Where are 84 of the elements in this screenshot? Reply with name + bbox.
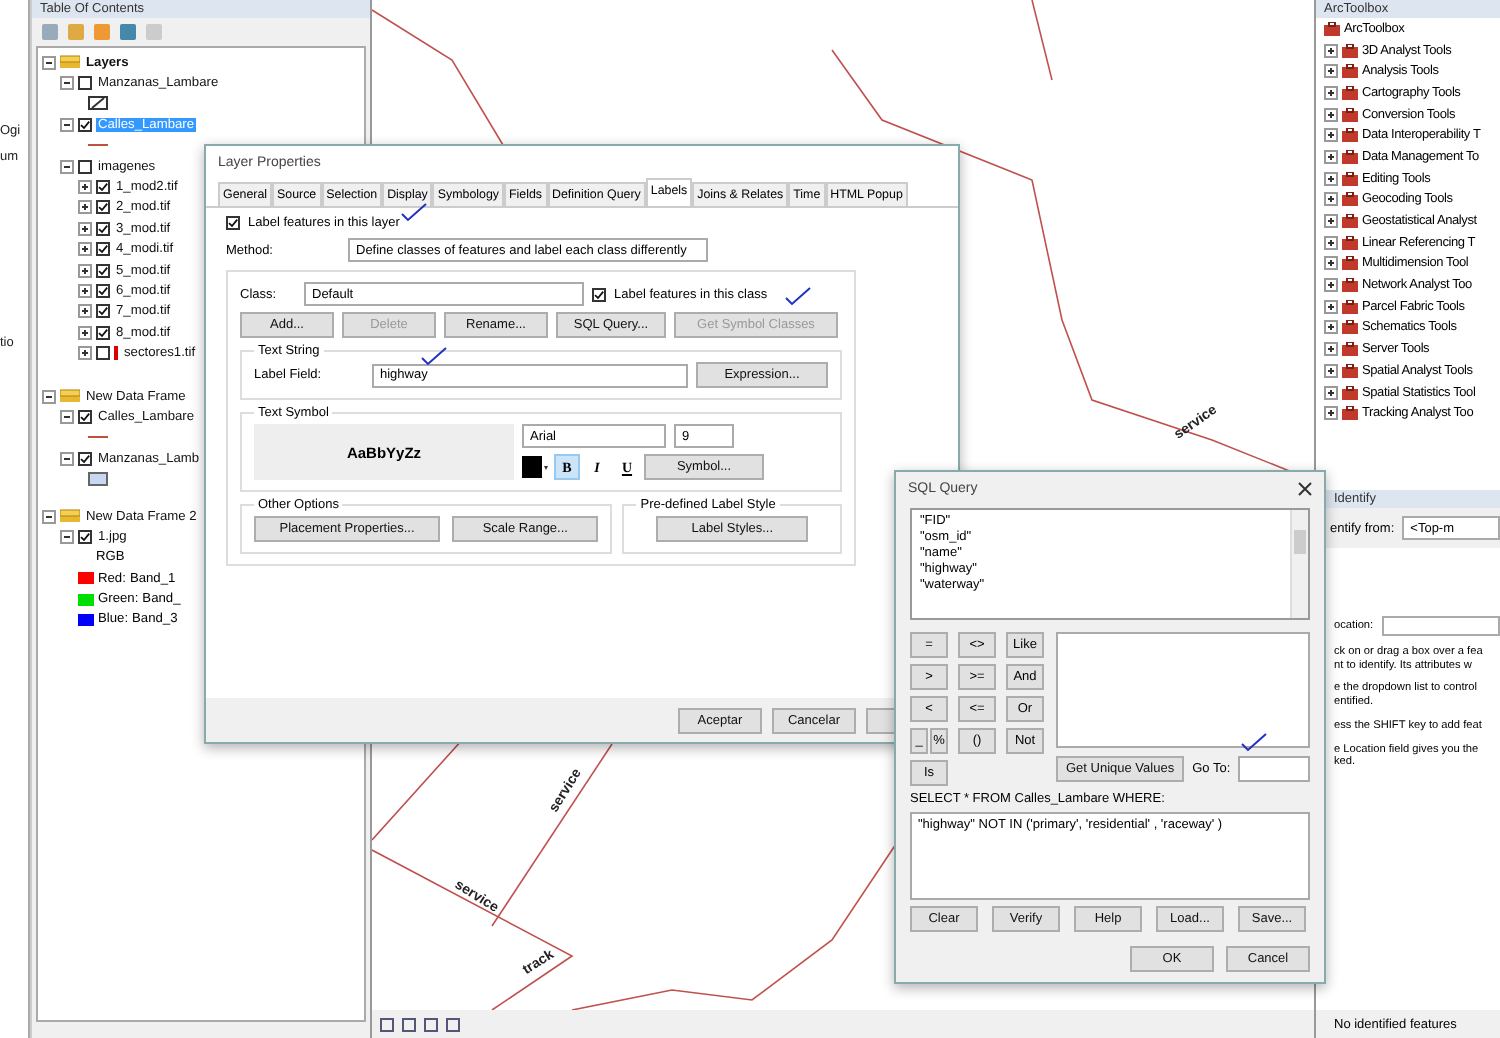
checkbox[interactable] (96, 304, 110, 319)
handwritten-check-icon (400, 202, 428, 222)
toolbox-icon (1342, 192, 1358, 207)
checkbox[interactable] (78, 76, 92, 91)
toolbox-icon (1342, 214, 1358, 229)
expand-icon[interactable] (1324, 149, 1338, 164)
handwritten-check-icon (1240, 732, 1268, 752)
handwritten-check-icon (420, 346, 448, 366)
checkbox[interactable] (78, 159, 92, 174)
checkbox[interactable] (78, 529, 92, 544)
expand-icon[interactable] (1324, 235, 1338, 250)
checkbox[interactable] (96, 263, 110, 278)
toolbox-icon (1342, 385, 1358, 400)
expand-icon[interactable] (1324, 278, 1338, 293)
toolbox-icon (1342, 278, 1358, 293)
toolbox-icon (1342, 256, 1358, 271)
toolbox-icon (1342, 43, 1358, 58)
checkbox[interactable] (78, 117, 92, 132)
close-icon[interactable] (1298, 481, 1312, 495)
expand-icon[interactable] (1324, 214, 1338, 229)
checkbox[interactable] (96, 325, 110, 340)
expand-icon[interactable] (78, 200, 92, 215)
layers-icon (60, 508, 80, 524)
checkbox[interactable] (96, 221, 110, 236)
expand-icon[interactable] (1324, 128, 1338, 143)
checkbox[interactable] (226, 216, 240, 230)
toolbox-icon (1342, 320, 1358, 335)
expand-icon[interactable] (1324, 192, 1338, 207)
toolbox-icon (1342, 149, 1358, 164)
expand-icon[interactable] (1324, 385, 1338, 400)
expand-icon[interactable] (1324, 256, 1338, 271)
toolbox-icon (1342, 64, 1358, 79)
collapse-icon[interactable] (42, 509, 56, 523)
expand-icon[interactable] (78, 263, 92, 278)
layers-icon (60, 388, 80, 405)
expand-icon[interactable] (78, 283, 92, 298)
checkbox[interactable] (78, 409, 92, 424)
toolbox-icon (1342, 299, 1358, 314)
expand-icon[interactable] (78, 325, 92, 340)
expand-icon[interactable] (1324, 171, 1338, 186)
checkbox[interactable] (78, 451, 92, 466)
expand-icon[interactable] (78, 304, 92, 319)
collapse-icon[interactable] (42, 389, 56, 404)
collapse-icon[interactable] (60, 117, 74, 132)
expand-icon[interactable] (1324, 107, 1338, 122)
expand-icon[interactable] (1324, 43, 1338, 58)
expand-icon[interactable] (1324, 64, 1338, 79)
toolbox-icon (1342, 171, 1358, 186)
checkbox[interactable] (592, 287, 606, 301)
collapse-icon[interactable] (60, 451, 74, 466)
toolbox-icon (1342, 406, 1358, 421)
toolbox-icon (1342, 235, 1358, 250)
go-to-field[interactable] (1238, 756, 1310, 782)
toolbox-icon (1342, 342, 1358, 357)
expand-icon[interactable] (78, 180, 92, 195)
expand-icon[interactable] (78, 242, 92, 257)
expand-icon[interactable] (1324, 363, 1338, 378)
checkbox[interactable] (96, 346, 110, 361)
expand-icon[interactable] (1324, 299, 1338, 314)
toolbox-icon (1342, 363, 1358, 378)
handwritten-check-icon (784, 286, 812, 306)
layers-icon (60, 54, 80, 71)
collapse-icon[interactable] (60, 76, 74, 91)
color-picker-icon[interactable] (522, 456, 550, 478)
collapse-icon[interactable] (42, 55, 56, 70)
expand-icon[interactable] (78, 346, 92, 361)
expand-icon[interactable] (1324, 342, 1338, 357)
collapse-icon[interactable] (60, 529, 74, 544)
collapse-icon[interactable] (60, 159, 74, 174)
checkbox[interactable] (96, 180, 110, 195)
toolbox-icon (1342, 85, 1358, 100)
toolbox-icon (1342, 128, 1358, 143)
toolbox-icon (1324, 21, 1340, 36)
checkbox[interactable] (96, 200, 110, 215)
toolbox-icon (1342, 107, 1358, 122)
location-field[interactable] (1381, 616, 1500, 636)
checkbox[interactable] (96, 242, 110, 257)
expand-icon[interactable] (1324, 320, 1338, 335)
checkbox[interactable] (96, 283, 110, 298)
expand-icon[interactable] (1324, 406, 1338, 421)
expand-icon[interactable] (1324, 85, 1338, 100)
collapse-icon[interactable] (60, 409, 74, 424)
scrollbar[interactable] (1290, 510, 1308, 618)
expand-icon[interactable] (78, 221, 92, 236)
